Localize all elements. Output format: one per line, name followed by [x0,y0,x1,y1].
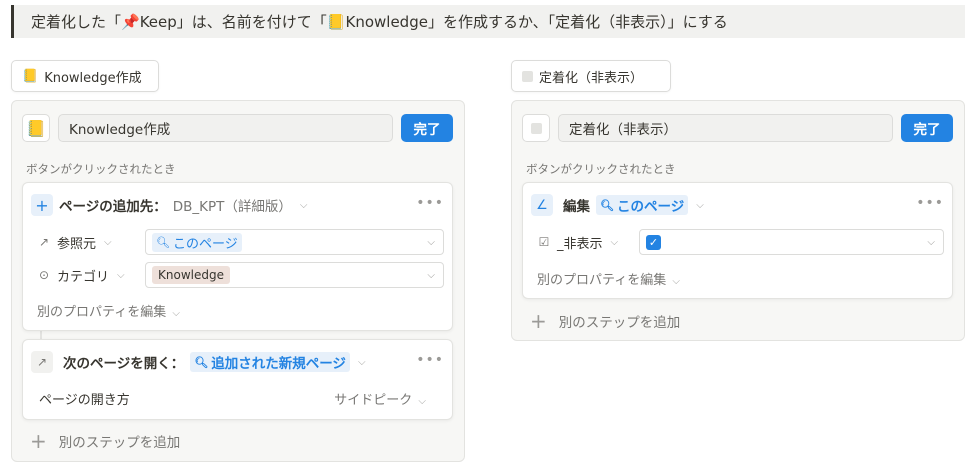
banner-knowledge: Knowledge [345,12,428,31]
step-open-page-header: ↗ 次のページを開く： 🔍︎ 追加された新規ページ ⌵ ••• [31,350,444,374]
target-page-chip[interactable]: 🔍︎ 追加された新規ページ [190,352,350,372]
blank-square-icon [530,122,542,134]
property-value-field[interactable]: 🔍︎ このページ ⌵ [145,229,444,255]
more-options-icon[interactable]: ••• [416,352,444,368]
select-tag: Knowledge [152,266,230,284]
notebook-icon: 📒 [326,12,346,31]
open-mode-select[interactable]: サイドピーク ⌵ [334,389,426,408]
add-step-button[interactable]: + 別のステップを追加 [30,429,180,453]
add-step-label: 別のステップを追加 [558,315,681,331]
step-title: ページの追加先： [59,199,167,215]
banner-prefix: 定着化した「 [31,13,122,31]
emoji-picker[interactable] [522,114,550,142]
checkbox-outline-icon: ☑ [538,235,550,249]
button-name-row: 定着化（非表示） 完了 [522,114,953,142]
edit-another-property[interactable]: 別のプロパティを編集 ⌵ [37,301,180,320]
add-step-label: 別のステップを追加 [58,435,181,451]
search-icon: 🔍︎ [156,235,170,249]
more-props-label: 別のプロパティを編集 [37,305,167,320]
target-page-chip[interactable]: 🔍︎ このページ [596,195,689,215]
chevron-down-icon: ⌵ [427,236,435,248]
property-row-source: ↗ 参照元 ⌵ 🔍︎ このページ ⌵ [37,229,444,255]
chevron-down-icon: ⌵ [672,276,680,287]
hide-button[interactable]: 定着化（非表示） [511,60,671,92]
step-edit-card: ∠ 編集 🔍︎ このページ ⌵ ••• ☑ _非表示 ⌵ ✓ ⌵ 別のプロパティ… [522,182,953,299]
open-mode-label: ページの開き方 [39,392,130,408]
relation-value: このページ [172,236,238,252]
property-name[interactable]: ↗ 参照元 ⌵ [37,233,145,252]
step-title: 編集 [563,199,590,215]
edit-another-property[interactable]: 別のプロパティを編集 ⌵ [537,269,680,288]
property-label: カテゴリ [57,269,110,285]
add-step-button[interactable]: + 別のステップを追加 [530,309,680,333]
callout-banner: 定着化した「 📌 Keep 」は、名前を付けて「 📒 Knowledge 」を作成するか… [11,5,965,38]
button-config-panel-hide: 定着化（非表示） 完了 ボタンがクリックされたとき ∠ 編集 🔍︎ このページ … [511,100,965,341]
target-page-value: このページ [616,199,685,215]
chevron-down-icon: ⌵ [418,395,426,407]
open-mode-row: ページの開き方 サイドピーク ⌵ [37,385,444,411]
more-props-label: 別のプロパティを編集 [537,273,667,288]
banner-keep: Keep [139,12,177,31]
property-label: _非表示 [557,236,603,252]
trigger-label: 定着化（非表示） [539,70,644,86]
arrow-up-right-icon: ↗ [38,235,50,249]
property-name[interactable]: ⊙ カテゴリ ⌵ [37,266,145,285]
property-value-field[interactable]: Knowledge ⌵ [145,262,444,288]
step-title: 次のページを開く： [63,356,185,372]
edit-pencil-icon: ∠ [531,194,553,216]
chevron-down-icon: ⌵ [357,356,366,368]
target-page-value: 追加された新規ページ [211,356,346,372]
target-database[interactable]: DB_KPT（詳細版） [173,195,292,215]
trigger-section-label: ボタンがクリックされたとき [526,162,676,176]
arrow-up-right-icon: ↗ [31,351,53,373]
more-options-icon[interactable]: ••• [416,195,444,211]
property-row-category: ⊙ カテゴリ ⌵ Knowledge ⌵ [37,262,444,288]
chevron-down-icon: ⌵ [104,236,112,248]
search-icon: 🔍︎ [194,355,209,369]
knowledge-create-button[interactable]: 📒 Knowledge作成 [11,60,159,92]
button-name-input[interactable]: Knowledge作成 [58,114,393,142]
button-name-input[interactable]: 定着化（非表示） [558,114,893,142]
notebook-icon: 📒 [22,68,39,84]
property-value-field[interactable]: ✓ ⌵ [639,229,944,255]
plus-icon: + [31,194,53,216]
property-row-hidden: ☑ _非表示 ⌵ ✓ ⌵ [537,229,944,255]
emoji-picker[interactable]: 📒 [22,114,50,142]
trigger-label: Knowledge作成 [44,70,142,86]
plus-icon: + [30,429,47,453]
chevron-down-icon: ⌵ [927,236,935,248]
banner-suffix: 」を作成するか、「定着化（非表示）」にする [427,13,728,31]
chevron-down-icon: ⌵ [117,269,125,281]
open-mode-value: サイドピーク [334,392,413,408]
trigger-section-label: ボタンがクリックされたとき [26,162,176,176]
button-name-value: 定着化（非表示） [569,122,677,138]
plus-icon: + [530,309,547,333]
blank-square-icon [522,70,533,82]
pushpin-icon: 📌 [121,12,140,31]
property-name[interactable]: ☑ _非表示 ⌵ [537,233,639,252]
relation-chip: 🔍︎ このページ [152,232,242,252]
property-label: 参照元 [57,236,97,252]
search-icon: 🔍︎ [600,198,614,212]
button-name-value: Knowledge作成 [69,122,171,138]
step-edit-header: ∠ 編集 🔍︎ このページ ⌵ ••• [531,193,944,217]
step-add-page-card: + ページの追加先： DB_KPT（詳細版） ⌵ ••• ↗ 参照元 ⌵ 🔍︎ … [22,182,453,331]
chevron-down-icon: ⌵ [696,199,704,211]
step-add-page-header: + ページの追加先： DB_KPT（詳細版） ⌵ ••• [31,193,444,217]
done-button[interactable]: 完了 [901,114,953,142]
button-name-row: 📒 Knowledge作成 完了 [22,114,453,142]
banner-middle: 」は、名前を付けて「 [176,13,327,31]
done-button[interactable]: 完了 [401,114,453,142]
chevron-down-icon: ⌵ [427,269,435,281]
button-config-panel-knowledge: 📒 Knowledge作成 完了 ボタンがクリックされたとき + ページの追加先… [11,100,465,462]
checkbox-checked[interactable]: ✓ [646,234,661,250]
notebook-icon: 📒 [26,118,46,138]
select-circle-icon: ⊙ [38,268,50,282]
chevron-down-icon: ⌵ [610,236,619,248]
step-open-page-card: ↗ 次のページを開く： 🔍︎ 追加された新規ページ ⌵ ••• ページの開き方 … [22,339,453,420]
chevron-down-icon: ⌵ [299,199,308,211]
more-options-icon[interactable]: ••• [916,195,944,211]
chevron-down-icon: ⌵ [172,308,180,319]
